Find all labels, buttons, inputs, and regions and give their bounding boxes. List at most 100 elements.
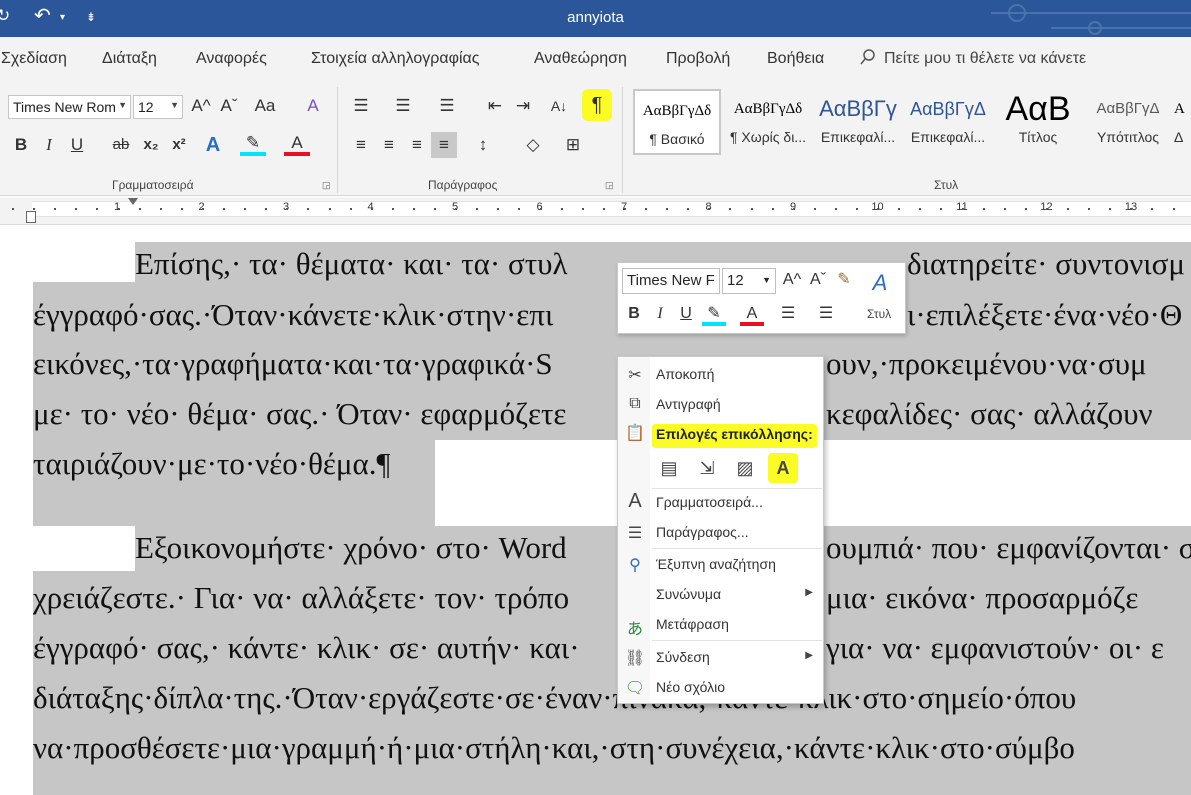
font-dialog-launcher-icon[interactable]: ◲ bbox=[322, 180, 331, 191]
change-case-button[interactable]: Aa bbox=[252, 93, 278, 119]
text-line: ουμπιά· που· εμφανίζονται· σ bbox=[826, 530, 1191, 565]
ruler-number: 7 bbox=[620, 201, 628, 213]
mini-font-size-combo[interactable]: 12 ▼ bbox=[722, 268, 776, 294]
copy-icon: ⧉ bbox=[629, 395, 641, 412]
menu-item-link[interactable]: ⛓ Σύνδεση ▶ bbox=[618, 645, 823, 671]
sort-button[interactable]: A↓ bbox=[546, 93, 572, 119]
paragraph-group-label: Παράγραφος bbox=[428, 178, 498, 192]
mini-toolbar: Times New F 12 ▼ A^ Aˇ ✎ A Στυλ B I U ✎ A… bbox=[617, 262, 906, 334]
style-no-spacing[interactable]: ΑαΒβΓγΔδ ¶ Χωρίς δι... bbox=[724, 89, 812, 155]
mini-numbering-button[interactable]: ☰ bbox=[814, 302, 838, 326]
menu-item-label: Μετάφραση bbox=[656, 616, 729, 632]
ruler-tick bbox=[1067, 208, 1069, 210]
grow-font-button[interactable]: A^ bbox=[188, 93, 214, 119]
menu-item-synonyms[interactable]: Συνώνυμα ▶ bbox=[618, 582, 823, 608]
ruler-tick bbox=[392, 208, 394, 210]
font-color-button[interactable]: A bbox=[284, 130, 310, 156]
menu-item-translate[interactable]: あ Μετάφραση bbox=[618, 612, 823, 638]
tab-view[interactable]: Προβολή bbox=[666, 50, 730, 68]
ruler-tick bbox=[265, 208, 267, 210]
paste-keep-text-only-icon[interactable]: A bbox=[768, 453, 798, 483]
underline-button[interactable]: U bbox=[64, 132, 90, 158]
bullets-button[interactable]: ☰ bbox=[348, 93, 374, 119]
ruler-tick bbox=[118, 208, 120, 210]
paste-keep-source-icon[interactable]: ▤ bbox=[654, 453, 684, 483]
tab-layout[interactable]: Διάταξη bbox=[102, 50, 157, 68]
subscript-button[interactable]: x₂ bbox=[138, 132, 164, 158]
numbering-button[interactable]: ☰ bbox=[390, 93, 416, 119]
highlight-color-button[interactable]: ✎ bbox=[240, 130, 266, 156]
show-formatting-marks-button[interactable]: ¶ bbox=[582, 89, 612, 121]
mini-italic-button[interactable]: I bbox=[648, 302, 672, 326]
mini-font-color-button[interactable]: A bbox=[740, 302, 764, 326]
menu-item-smart-lookup[interactable]: ⚲ Έξυπνη αναζήτηση bbox=[618, 552, 823, 578]
mini-font-name-combo[interactable]: Times New F bbox=[622, 268, 720, 294]
first-line-indent-marker[interactable] bbox=[128, 198, 138, 205]
tab-references[interactable]: Αναφορές bbox=[196, 50, 267, 68]
paste-merge-format-icon[interactable]: ⇲ bbox=[692, 453, 722, 483]
font-name-combo[interactable]: Times New Rom ▼ bbox=[8, 95, 131, 119]
strikethrough-button[interactable]: ab bbox=[108, 132, 134, 158]
text-line: έγγραφό· σας,· κάντε· κλικ· σε· αυτήν· κ… bbox=[33, 630, 580, 665]
tell-me-box[interactable]: Πείτε μου τι θέλετε να κάνετε bbox=[860, 49, 1086, 68]
line-spacing-button[interactable]: ↕ bbox=[470, 132, 496, 158]
tab-design[interactable]: Σχεδίαση bbox=[1, 50, 67, 68]
mini-bold-button[interactable]: B bbox=[622, 302, 646, 326]
mini-grow-font-button[interactable]: A^ bbox=[780, 268, 804, 292]
paste-options-heading: Επιλογές επικόλλησης: bbox=[652, 424, 817, 448]
style-heading-2[interactable]: ΑαΒβΓγΔ Επικεφαλί... bbox=[904, 89, 992, 155]
menu-item-copy[interactable]: ⧉ Αντιγραφή bbox=[618, 392, 823, 418]
document-body[interactable]: Επίσης,· τα· θέματα· και· τα· στυλ διατη… bbox=[0, 226, 1191, 795]
style-subtitle[interactable]: ΑαΒβΓγΔ Υπότιτλος bbox=[1084, 89, 1172, 155]
style-partial[interactable]: Α Δ bbox=[1174, 89, 1191, 155]
clear-formatting-button[interactable]: A bbox=[300, 93, 326, 119]
paste-picture-icon[interactable]: ▨ bbox=[730, 453, 760, 483]
menu-item-new-comment[interactable]: 🗨 Νέο σχόλιο bbox=[618, 675, 823, 701]
italic-button[interactable]: I bbox=[36, 132, 62, 158]
ruler-tick bbox=[181, 208, 183, 210]
text-effects-button[interactable]: A bbox=[200, 132, 226, 158]
align-center-button[interactable]: ≡ bbox=[376, 132, 402, 158]
menu-item-font[interactable]: A Γραμματοσειρά... bbox=[618, 490, 823, 516]
borders-button[interactable]: ⊞ bbox=[560, 132, 586, 158]
mini-styles-button[interactable]: A bbox=[868, 271, 892, 295]
menu-item-paragraph[interactable]: ☰ Παράγραφος... bbox=[618, 520, 823, 546]
align-left-button[interactable]: ≡ bbox=[348, 132, 374, 158]
left-indent-marker[interactable] bbox=[26, 211, 36, 223]
multilevel-list-button[interactable]: ☰ bbox=[434, 93, 460, 119]
format-painter-button[interactable]: ✎ bbox=[832, 268, 856, 292]
justify-button[interactable]: ≡ bbox=[431, 132, 457, 158]
ruler-tick bbox=[413, 208, 415, 210]
bold-button[interactable]: B bbox=[8, 132, 34, 158]
horizontal-ruler[interactable]: 1 2 3 4 5 6 7 8 9 10 11 12 13 bbox=[0, 197, 1191, 225]
mini-bullets-button[interactable]: ☰ bbox=[776, 302, 800, 326]
superscript-button[interactable]: x² bbox=[166, 132, 192, 158]
mini-underline-button[interactable]: U bbox=[674, 302, 698, 326]
tab-help[interactable]: Βοήθεια bbox=[767, 50, 824, 68]
paragraph-dialog-launcher-icon[interactable]: ◲ bbox=[605, 180, 614, 191]
style-preview: ΑαΒβΓγΔδ bbox=[733, 101, 803, 117]
tab-mailings[interactable]: Στοιχεία αλληλογραφίας bbox=[311, 50, 480, 68]
ruler-tick bbox=[708, 208, 710, 210]
style-heading-1[interactable]: ΑαΒβΓγ Επικεφαλί... bbox=[814, 89, 902, 155]
increase-indent-button[interactable]: ⇥ bbox=[510, 93, 536, 119]
mini-shrink-font-button[interactable]: Aˇ bbox=[806, 268, 830, 292]
shrink-font-button[interactable]: Aˇ bbox=[216, 93, 242, 119]
menu-item-cut[interactable]: ✂ Αποκοπή bbox=[618, 362, 823, 388]
mini-styles-label: Στυλ bbox=[867, 307, 892, 321]
style-normal[interactable]: ΑαΒβΓγΔδ ¶ Βασικό bbox=[633, 89, 721, 155]
align-right-button[interactable]: ≡ bbox=[404, 132, 430, 158]
shading-button[interactable]: ◇ bbox=[520, 132, 546, 158]
submenu-arrow-icon: ▶ bbox=[805, 650, 813, 661]
tab-review[interactable]: Αναθεώρηση bbox=[534, 50, 627, 68]
mini-highlight-button[interactable]: ✎ bbox=[702, 302, 726, 326]
decrease-indent-button[interactable]: ⇤ bbox=[482, 93, 508, 119]
ruler-tick bbox=[350, 208, 352, 210]
ruler-tick bbox=[877, 208, 879, 210]
style-title[interactable]: ΑαΒ Τίτλος bbox=[994, 89, 1082, 155]
ruler-tick bbox=[1025, 208, 1027, 210]
font-size-combo[interactable]: 12 ▼ bbox=[133, 95, 183, 119]
menu-item-label: Νέο σχόλιο bbox=[656, 679, 726, 695]
ruler-tick bbox=[54, 208, 56, 210]
style-preview: ΑαΒβΓγΔδ bbox=[642, 103, 712, 119]
